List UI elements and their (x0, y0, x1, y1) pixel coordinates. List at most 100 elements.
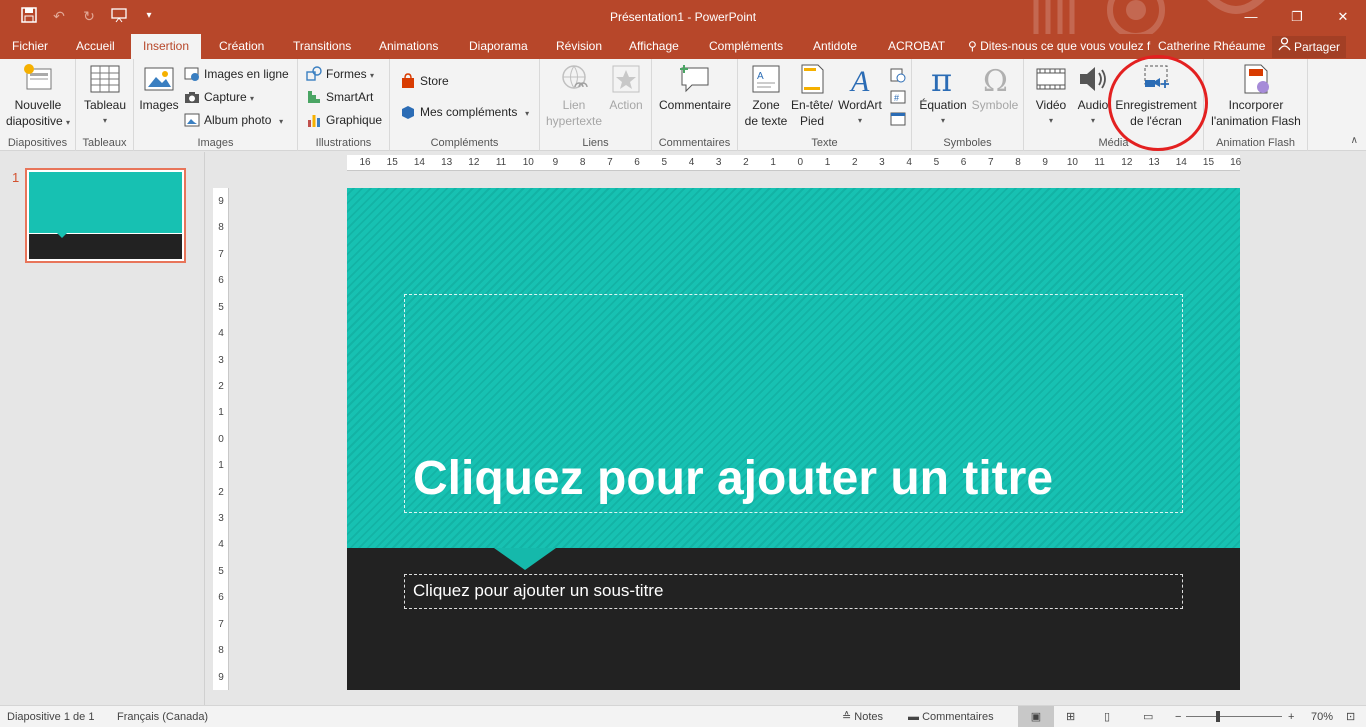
subtitle-placeholder[interactable]: Cliquez pour ajouter un sous-titre (404, 574, 1183, 609)
screen-recording-button[interactable]: Enregistrement de l'écran (1112, 63, 1200, 129)
group-diapositives: Nouvelle diapositive ▾ Diapositives (0, 59, 76, 151)
ruler-tick-label: 8 (579, 157, 586, 168)
group-label-liens: Liens (582, 137, 609, 149)
tab-fichier[interactable]: Fichier (0, 34, 60, 59)
tab-transitions[interactable]: Transitions (281, 34, 363, 59)
ruler-tick-label: 0 (218, 433, 224, 445)
shapes-button[interactable]: Formes ▾ (306, 64, 374, 84)
store-label: Store (420, 74, 449, 88)
smartart-label: SmartArt (326, 90, 374, 104)
tab-animations[interactable]: Animations (367, 34, 450, 59)
tab-acrobat[interactable]: ACROBAT (876, 34, 957, 59)
share-button[interactable]: Partager (1272, 36, 1347, 58)
tab-accueil[interactable]: Accueil (64, 34, 127, 59)
online-images-button[interactable]: Images en ligne (184, 64, 289, 84)
ruler-tick-label: 2 (218, 380, 224, 392)
tab-creation[interactable]: Création (207, 34, 276, 59)
ruler-tick-label: 16 (359, 157, 371, 168)
group-images: Images Images en ligne Capture ▾ Album p… (134, 59, 298, 151)
restore-button[interactable]: ❐ (1274, 0, 1320, 34)
photo-album-button[interactable]: Album photo ▾ (184, 110, 283, 130)
symbol-button[interactable]: Ω Symbole (968, 63, 1022, 113)
title-placeholder[interactable]: Cliquez pour ajouter un titre (404, 294, 1183, 513)
textbox-icon: A (752, 65, 780, 93)
equation-button[interactable]: π Équation ▾ (916, 63, 970, 129)
collapse-ribbon-icon[interactable]: ∧ (1351, 135, 1358, 146)
tab-affichage[interactable]: Affichage (617, 34, 691, 59)
textbox-button[interactable]: A Zone de texte (742, 63, 790, 129)
ribbon-tabs: Fichier Accueil Insertion Création Trans… (0, 34, 1366, 59)
notes-button[interactable]: ≙ Notes (842, 706, 883, 727)
tab-revision[interactable]: Révision (544, 34, 614, 59)
wordart-button[interactable]: A WordArt ▾ (836, 63, 884, 129)
table-label: Tableau (83, 98, 127, 112)
slideshow-view-button[interactable]: ▭ (1143, 706, 1153, 727)
language-indicator[interactable]: Français (Canada) (117, 706, 208, 727)
ruler-tick-label: 2 (218, 486, 224, 498)
slide-canvas[interactable]: Cliquez pour ajouter un titre Cliquez po… (347, 188, 1240, 690)
chart-button[interactable]: Graphique (306, 110, 382, 130)
fit-slide-icon[interactable]: ⊡ (1346, 706, 1355, 727)
title-bar: ↶ ↻ ▾ Présentation1 - PowerPoint — ❐ ✕ (0, 0, 1366, 34)
new-slide-button[interactable]: Nouvelle diapositive ▾ (4, 63, 72, 131)
group-tableaux: Tableau ▾ Tableaux (76, 59, 134, 151)
ruler-tick-label: 1 (770, 157, 776, 168)
hyperlink-icon (562, 65, 588, 89)
embed-flash-label-1: Incorporer (1228, 98, 1284, 112)
camera-icon (185, 92, 199, 103)
zoom-in-button[interactable]: + (1288, 706, 1294, 727)
audio-button[interactable]: Audio ▾ (1074, 63, 1112, 129)
ruler-tick-label: 13 (1148, 157, 1160, 168)
ruler-tick-label: 1 (218, 460, 224, 472)
new-slide-label-2: diapositive (5, 114, 63, 128)
album-icon (184, 113, 200, 127)
slide-number-button[interactable]: # (890, 87, 908, 107)
ruler-tick-label: 14 (1175, 157, 1187, 168)
ruler-tick-label: 3 (879, 157, 885, 168)
normal-view-button[interactable]: ▣ (1018, 706, 1054, 727)
video-button[interactable]: Vidéo ▾ (1028, 63, 1074, 129)
close-button[interactable]: ✕ (1320, 0, 1366, 34)
zoom-out-button[interactable]: − (1175, 706, 1181, 727)
slide-thumbnail[interactable] (25, 168, 186, 263)
images-label: Images (139, 98, 179, 112)
comment-button[interactable]: Commentaire (656, 63, 734, 113)
audio-label: Audio (1077, 98, 1109, 112)
tab-insertion[interactable]: Insertion (131, 34, 202, 59)
ruler-tick-label: 6 (634, 157, 640, 168)
group-complements: Store Mes compléments ▾ Compléments (390, 59, 540, 151)
my-addins-button[interactable]: Mes compléments ▾ (400, 102, 529, 122)
hyperlink-button[interactable]: Lien hypertexte (544, 63, 604, 129)
reading-view-button[interactable]: ▯ (1104, 706, 1110, 727)
images-button[interactable]: Images (138, 63, 180, 113)
ruler-tick-label: 15 (386, 157, 398, 168)
smartart-button[interactable]: SmartArt (306, 87, 373, 107)
zoom-level[interactable]: 70% (1311, 706, 1333, 727)
table-button[interactable]: Tableau ▾ (80, 63, 130, 129)
slide-sorter-button[interactable]: ⊞ (1066, 706, 1075, 727)
video-label: Vidéo (1035, 98, 1067, 112)
ruler-tick-label: 6 (218, 592, 224, 604)
header-footer-button[interactable]: En-tête/ Pied (788, 63, 836, 129)
online-picture-icon (184, 67, 199, 81)
object-button[interactable] (890, 109, 908, 129)
chart-label: Graphique (326, 113, 383, 127)
store-button[interactable]: Store (400, 71, 449, 91)
comments-button[interactable]: ▬ Commentaires (908, 706, 994, 727)
embed-flash-button[interactable]: Incorporer l'animation Flash (1206, 63, 1306, 129)
tab-antidote[interactable]: Antidote (801, 34, 869, 59)
lightbulb-icon: ⚲ (968, 39, 977, 53)
tab-complements[interactable]: Compléments (697, 34, 795, 59)
user-name[interactable]: Catherine Rhéaume (1158, 34, 1265, 59)
comments-icon: ▬ (908, 711, 919, 723)
zoom-slider-thumb[interactable] (1216, 711, 1220, 722)
action-button[interactable]: Action (604, 63, 648, 113)
capture-button[interactable]: Capture ▾ (184, 87, 254, 107)
tell-me-search[interactable]: ⚲ Dites-nous ce que vous voulez f (968, 34, 1150, 59)
minimize-button[interactable]: — (1228, 0, 1274, 34)
app-title: Présentation1 - PowerPoint (609, 10, 757, 24)
zoom-slider-track[interactable] (1186, 716, 1282, 717)
date-time-button[interactable] (890, 65, 908, 85)
ruler-tick-label: 15 (1202, 157, 1215, 168)
tab-diaporama[interactable]: Diaporama (457, 34, 540, 59)
